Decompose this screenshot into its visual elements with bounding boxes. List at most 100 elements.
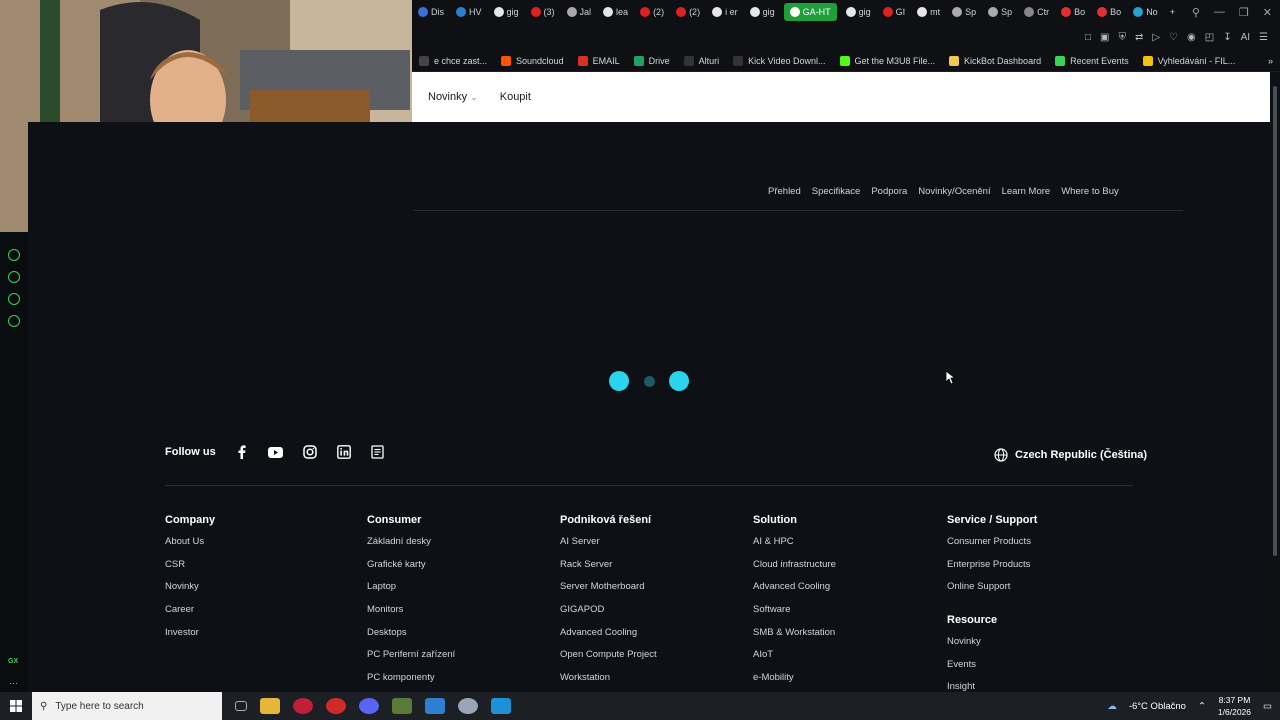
- bookmark-item[interactable]: Get the M3U8 File...: [833, 55, 943, 66]
- browser-tab[interactable]: No: [1127, 0, 1164, 24]
- restore-icon[interactable]: ❐: [1239, 6, 1249, 19]
- windows-start-icon[interactable]: [10, 700, 22, 712]
- footer-link[interactable]: Novinky: [165, 581, 215, 604]
- notification-icon[interactable]: ▭: [1263, 701, 1272, 712]
- subnav-item[interactable]: Learn More: [1002, 186, 1051, 197]
- browser-tab[interactable]: Sp: [982, 0, 1018, 24]
- wallet-icon[interactable]: ◰: [1205, 32, 1214, 43]
- browser-tab[interactable]: HV: [450, 0, 488, 24]
- subnav-item[interactable]: Novinky/Ocenění: [918, 186, 990, 197]
- bookmark-item[interactable]: Kick Video Downl...: [726, 55, 832, 66]
- new-tab-button[interactable]: +: [1164, 0, 1181, 24]
- taskbar-search[interactable]: ⚲ Type here to search: [32, 692, 222, 720]
- opera-gx-icon[interactable]: [293, 698, 313, 714]
- extensions-icon[interactable]: [8, 293, 20, 305]
- heart-icon[interactable]: ♡: [1169, 32, 1178, 43]
- footer-link[interactable]: Monitors: [367, 604, 455, 627]
- subnav-item[interactable]: Where to Buy: [1061, 186, 1119, 197]
- browser-tab[interactable]: GI: [877, 0, 912, 24]
- shield-icon[interactable]: ⛨: [1118, 32, 1126, 43]
- menu-icon[interactable]: ☰: [1259, 32, 1268, 43]
- footer-link[interactable]: AI & HPC: [753, 536, 836, 559]
- bookmark-item[interactable]: Recent Events: [1048, 55, 1136, 66]
- bookmarks-overflow-icon[interactable]: »: [1261, 56, 1280, 66]
- footer-link[interactable]: Software: [753, 604, 836, 627]
- browser-tab[interactable]: gig: [488, 0, 525, 24]
- browser-tab[interactable]: mt: [911, 0, 946, 24]
- footer-link[interactable]: Advanced Cooling: [560, 627, 657, 650]
- snapshot-icon[interactable]: ▣: [1100, 32, 1109, 43]
- task-view-icon[interactable]: [235, 701, 247, 711]
- footer-link[interactable]: Investor: [165, 627, 215, 650]
- browser-tab[interactable]: Ctr: [1018, 0, 1055, 24]
- footer-link[interactable]: Desktops: [367, 627, 455, 650]
- linkedin-icon[interactable]: [336, 444, 352, 460]
- footer-link[interactable]: GIGAPOD: [560, 604, 657, 627]
- footer-link[interactable]: AIoT: [753, 649, 836, 672]
- region-selector[interactable]: Czech Republic (Čeština): [994, 448, 1147, 462]
- footer-link[interactable]: CSR: [165, 559, 215, 582]
- bookmark-item[interactable]: Drive: [627, 55, 677, 66]
- bookmark-item[interactable]: KickBot Dashboard: [942, 55, 1048, 66]
- settings-icon[interactable]: [8, 315, 20, 327]
- footer-link[interactable]: Online Support: [947, 581, 1037, 604]
- footer-link[interactable]: AI Server: [560, 536, 657, 559]
- browser-tab[interactable]: lea: [597, 0, 634, 24]
- browser-tab[interactable]: gig: [744, 0, 781, 24]
- footer-link[interactable]: Server Motherboard: [560, 581, 657, 604]
- footer-link[interactable]: SMB & Workstation: [753, 627, 836, 650]
- footer-link[interactable]: Novinky: [947, 636, 1037, 659]
- footer-link[interactable]: PC Periferní zařízení: [367, 649, 455, 672]
- download-icon[interactable]: ↧: [1223, 32, 1231, 43]
- file-explorer-icon[interactable]: [260, 698, 280, 714]
- footer-link[interactable]: Cloud infrastructure: [753, 559, 836, 582]
- app-icon[interactable]: [326, 698, 346, 714]
- youtube-icon[interactable]: [268, 444, 284, 460]
- footer-link[interactable]: Consumer Products: [947, 536, 1037, 559]
- minecraft-icon[interactable]: [392, 698, 412, 714]
- clock[interactable]: 8:37 PM 1/6/2026: [1218, 694, 1251, 718]
- app-icon[interactable]: [458, 698, 478, 714]
- browser-tab[interactable]: Sp: [946, 0, 982, 24]
- player-icon[interactable]: [8, 249, 20, 261]
- browser-tab[interactable]: GA-HT: [783, 3, 837, 21]
- bookmark-item[interactable]: Soundcloud: [494, 55, 571, 66]
- bookmark-item[interactable]: Vyhledávání - FIL...: [1136, 55, 1243, 66]
- bookmark-icon[interactable]: □: [1085, 32, 1091, 43]
- bookmark-item[interactable]: EMAIL: [571, 55, 627, 66]
- page-scrollbar[interactable]: [1270, 72, 1280, 692]
- footer-link[interactable]: Enterprise Products: [947, 559, 1037, 582]
- gx-label[interactable]: GX: [8, 658, 18, 665]
- browser-tab[interactable]: Bo: [1055, 0, 1091, 24]
- footer-link[interactable]: Laptop: [367, 581, 455, 604]
- bookmark-item[interactable]: e chce zast...: [412, 55, 494, 66]
- browser-tab[interactable]: Jal: [561, 0, 598, 24]
- minimize-icon[interactable]: —: [1214, 6, 1225, 18]
- extensions-icon[interactable]: ◉: [1187, 32, 1196, 43]
- ai-button[interactable]: AI: [1241, 32, 1250, 43]
- footer-link[interactable]: Rack Server: [560, 559, 657, 582]
- search-icon[interactable]: ⚲: [1192, 6, 1200, 19]
- chevron-up-icon[interactable]: ⌃: [1198, 701, 1206, 712]
- subnav-item[interactable]: Podpora: [871, 186, 907, 197]
- app-icon[interactable]: [425, 698, 445, 714]
- browser-tab[interactable]: gig: [840, 0, 877, 24]
- discord-icon[interactable]: [359, 698, 379, 714]
- close-icon[interactable]: ✕: [1263, 6, 1272, 19]
- app-icon[interactable]: [491, 698, 511, 714]
- subnav-item[interactable]: Přehled: [768, 186, 801, 197]
- browser-tab[interactable]: (2): [670, 0, 706, 24]
- nav-news[interactable]: Novinky ⌄: [428, 91, 478, 103]
- subnav-item[interactable]: Specifikace: [812, 186, 861, 197]
- browser-tab[interactable]: Bo: [1091, 0, 1127, 24]
- browser-tab[interactable]: i er: [706, 0, 744, 24]
- footer-link[interactable]: About Us: [165, 536, 215, 559]
- footer-link[interactable]: Grafické karty: [367, 559, 455, 582]
- browser-tab[interactable]: (3): [525, 0, 561, 24]
- facebook-icon[interactable]: [234, 444, 250, 460]
- footer-link[interactable]: Základní desky: [367, 536, 455, 559]
- more-icon[interactable]: ⋯: [9, 678, 18, 689]
- instagram-icon[interactable]: [302, 444, 318, 460]
- nav-buy[interactable]: Koupit: [500, 91, 531, 103]
- browser-tab[interactable]: (2): [634, 0, 670, 24]
